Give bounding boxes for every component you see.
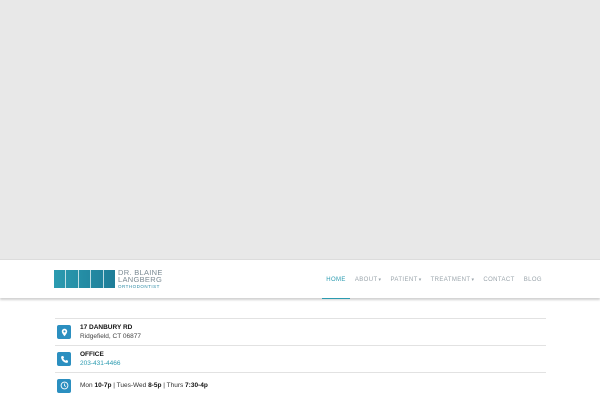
nav-item-patient[interactable]: PATIENT ▾: [390, 260, 421, 299]
logo-text: DR. BLAINE LANGBERG ORTHODONTIST: [118, 269, 163, 290]
phone-icon: [57, 352, 71, 366]
address-row: 17 DANBURY RD Ridgefield, CT 06877: [55, 318, 546, 345]
logo-line-3: ORTHODONTIST: [118, 283, 160, 289]
address-line-1: 17 DANBURY RD: [80, 324, 133, 331]
phone-text: OFFICE 203-431-4466: [80, 350, 120, 368]
nav-item-label: TREATMENT: [430, 276, 471, 283]
phone-title: OFFICE: [80, 351, 104, 358]
hours-day-1: Mon: [80, 382, 95, 389]
hours-day-2: | Tues-Wed: [111, 382, 149, 389]
map-pin-icon: [57, 325, 71, 339]
caret-down-icon: ▾: [418, 276, 422, 283]
hours-time-2: 8-5p: [148, 382, 162, 389]
nav-item-about[interactable]: ABOUT ▾: [355, 260, 382, 299]
logo-mark-icon: [54, 270, 115, 288]
nav-item-treatment[interactable]: TREATMENT ▾: [431, 260, 475, 299]
phone-number-link[interactable]: 203-431-4466: [80, 359, 120, 368]
navbar: DR. BLAINE LANGBERG ORTHODONTIST HOME AB…: [0, 259, 600, 299]
address-line-2: Ridgefield, CT 06877: [80, 333, 141, 340]
caret-down-icon: ▾: [471, 276, 475, 283]
nav-item-label: PATIENT: [390, 276, 418, 283]
hours-text: Mon 10-7p | Tues-Wed 8-5p | Thurs 7:30-4…: [80, 381, 208, 390]
phone-row: OFFICE 203-431-4466: [55, 345, 546, 372]
nav-item-label: ABOUT: [354, 276, 378, 283]
hours-time-1: 10-7p: [94, 382, 112, 389]
nav-item-contact[interactable]: CONTACT: [483, 260, 514, 299]
nav-item-label: BLOG: [523, 276, 542, 283]
hours-day-3: | Thurs: [161, 382, 186, 389]
hours-time-3: 7:30-4p: [185, 382, 208, 389]
hours-row: Mon 10-7p | Tues-Wed 8-5p | Thurs 7:30-4…: [55, 372, 546, 398]
contact-info: 17 DANBURY RD Ridgefield, CT 06877 OFFIC…: [55, 318, 546, 398]
nav-item-blog[interactable]: BLOG: [524, 260, 542, 299]
nav-item-home[interactable]: HOME: [322, 260, 350, 299]
caret-down-icon: ▾: [378, 276, 382, 283]
main-nav: HOME ABOUT ▾ PATIENT ▾ TREATMENT ▾ CONTACT …: [317, 260, 542, 299]
address-text: 17 DANBURY RD Ridgefield, CT 06877: [80, 323, 141, 341]
clock-icon: [57, 378, 71, 393]
site-logo[interactable]: DR. BLAINE LANGBERG ORTHODONTIST: [54, 269, 163, 289]
logo-line-2: LANGBERG: [118, 275, 163, 285]
nav-item-label: HOME: [326, 276, 346, 283]
nav-item-label: CONTACT: [483, 276, 515, 283]
hero-banner: [0, 0, 600, 259]
